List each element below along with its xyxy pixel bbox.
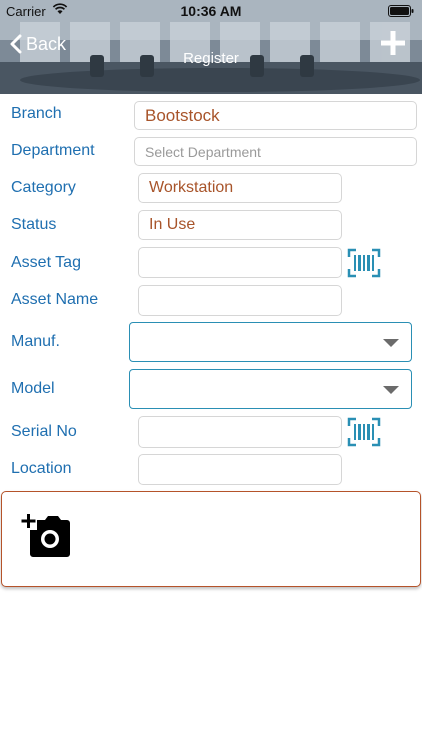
branch-label: Branch	[11, 105, 62, 122]
location-field[interactable]	[138, 454, 342, 485]
category-field[interactable]: Workstation	[138, 173, 342, 203]
asset-tag-field[interactable]	[138, 247, 342, 278]
barcode-icon[interactable]	[347, 248, 381, 278]
asset-name-label: Asset Name	[11, 291, 99, 308]
asset-name-field[interactable]	[138, 285, 342, 316]
caret-down-icon	[383, 339, 399, 347]
status-label: Status	[11, 216, 57, 233]
serial-no-label: Serial No	[11, 423, 77, 440]
register-screen: Carrier 10:36 AM Back Register Branch Bo…	[0, 0, 422, 750]
status-field[interactable]: In Use	[138, 210, 342, 240]
photo-panel	[1, 491, 421, 587]
department-label: Department	[11, 142, 95, 159]
model-label: Model	[11, 380, 55, 397]
plus-icon[interactable]	[380, 30, 406, 56]
asset-tag-label: Asset Tag	[11, 254, 81, 271]
status-bar: Carrier 10:36 AM	[0, 0, 422, 22]
barcode-icon[interactable]	[347, 417, 381, 447]
caret-down-icon	[383, 386, 399, 394]
manuf-select[interactable]	[129, 322, 412, 362]
add-photo-icon[interactable]	[21, 514, 71, 558]
department-field[interactable]: Select Department	[134, 137, 417, 166]
location-label: Location	[11, 460, 72, 477]
header: Carrier 10:36 AM Back Register	[0, 0, 422, 94]
clock: 10:36 AM	[180, 3, 242, 19]
branch-field[interactable]: Bootstock	[134, 101, 417, 130]
category-label: Category	[11, 179, 76, 196]
page-title: Register	[183, 50, 239, 67]
serial-no-field[interactable]	[138, 416, 342, 448]
model-select[interactable]	[129, 369, 412, 409]
manuf-label: Manuf.	[11, 333, 60, 350]
battery-icon	[388, 5, 414, 17]
